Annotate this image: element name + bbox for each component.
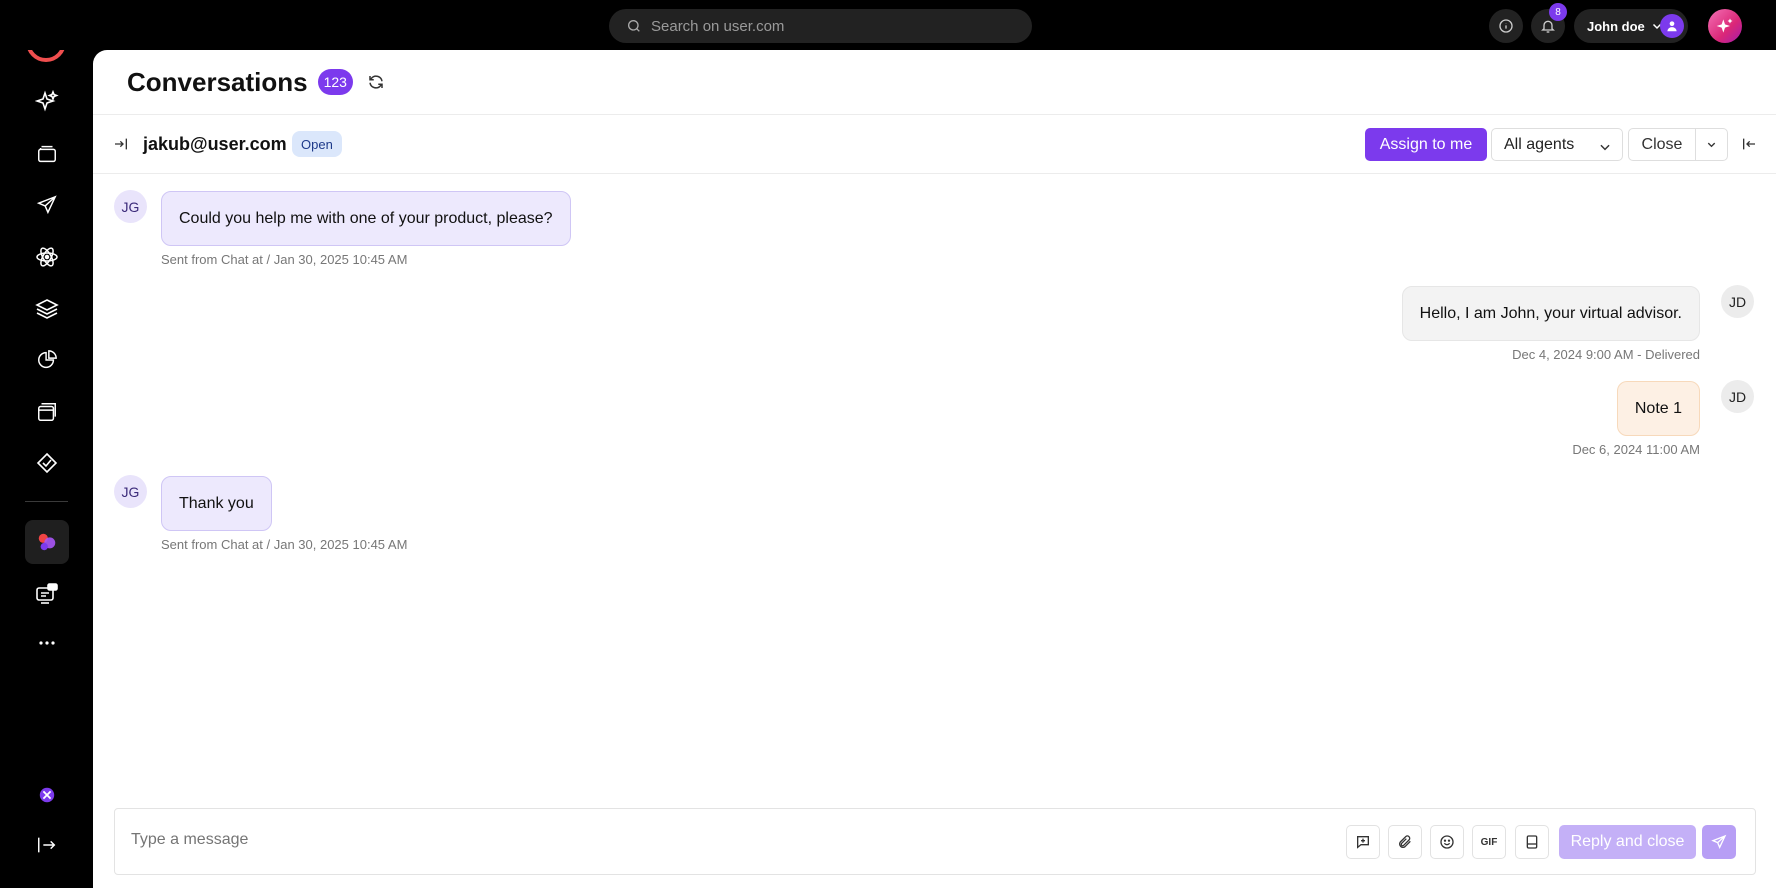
template-button[interactable]: [1515, 825, 1549, 859]
conversation-header: jakub@user.com Open Assign to me All age…: [93, 115, 1776, 174]
search-icon: [628, 20, 640, 32]
contact-email: jakub@user.com: [143, 134, 287, 154]
info-button[interactable]: [1489, 9, 1523, 43]
status-badge: Open: [292, 131, 342, 157]
integration-icon[interactable]: [25, 773, 69, 817]
message-bubble: Could you help me with one of your produ…: [161, 191, 571, 246]
page-title: Conversations: [127, 66, 308, 97]
pie-chart-icon[interactable]: [25, 338, 69, 382]
message-meta: Sent from Chat at / Jan 30, 2025 10:45 A…: [161, 252, 408, 267]
topbar: Search on user.com 8 John doe: [0, 0, 1776, 50]
logout-icon[interactable]: [25, 823, 69, 867]
notification-count-badge: 8: [1549, 3, 1567, 21]
document-icon: [1526, 835, 1538, 849]
close-conversation-button[interactable]: Close: [1628, 128, 1696, 161]
chevron-down-icon: [1707, 142, 1716, 148]
message-composer: GIF Reply and close: [114, 808, 1756, 875]
message-avatar: JD: [1721, 285, 1754, 318]
gif-button[interactable]: GIF: [1472, 825, 1506, 859]
atom-icon[interactable]: [25, 235, 69, 279]
gif-icon: GIF: [1480, 836, 1498, 848]
user-avatar: [1660, 14, 1684, 38]
message-meta: Sent from Chat at / Jan 30, 2025 10:45 A…: [161, 537, 408, 552]
page-header: Conversations 123: [93, 50, 1776, 115]
message-bubble: Hello, I am John, your virtual advisor.: [1401, 286, 1700, 341]
user-name: John doe: [1587, 18, 1645, 34]
user-icon: [1667, 21, 1677, 32]
attach-file-button[interactable]: [1388, 825, 1422, 859]
collapse-panel-icon[interactable]: [1741, 136, 1757, 157]
message-avatar: JG: [114, 190, 147, 223]
layers-icon[interactable]: [25, 287, 69, 331]
message-bubble: Thank you: [161, 476, 272, 531]
folder-icon[interactable]: [25, 132, 69, 176]
sidebar-divider: [25, 501, 68, 502]
message-plus-icon: [1357, 836, 1369, 849]
conversation-count-badge: 123: [317, 69, 353, 95]
message-avatar: JG: [114, 475, 147, 508]
message-input[interactable]: [131, 831, 1031, 849]
emoji-button[interactable]: [1430, 825, 1464, 859]
send-icon[interactable]: [25, 183, 69, 227]
sparkles-icon[interactable]: [25, 80, 69, 124]
refresh-icon[interactable]: [367, 73, 385, 91]
sparkle-icon: [1716, 18, 1733, 33]
message-avatar: JD: [1721, 380, 1754, 413]
send-icon: [1711, 834, 1727, 849]
note-bubble: Note 1: [1616, 381, 1700, 436]
expand-panel-icon[interactable]: [113, 136, 129, 157]
ai-assistant-button[interactable]: [1708, 9, 1742, 43]
send-button[interactable]: [1702, 825, 1736, 859]
info-icon: [1499, 19, 1513, 33]
message-meta: Dec 6, 2024 11:00 AM: [1572, 442, 1700, 457]
bell-icon: [1541, 20, 1555, 33]
sidebar: [0, 0, 93, 888]
close-options-dropdown[interactable]: [1695, 128, 1728, 161]
search-placeholder: Search on user.com: [651, 17, 785, 35]
insert-snippet-button[interactable]: [1346, 825, 1380, 859]
chat-screen-icon[interactable]: [25, 572, 69, 616]
user-menu[interactable]: John doe: [1574, 9, 1688, 43]
assign-to-me-button[interactable]: Assign to me: [1365, 128, 1487, 161]
notifications-button[interactable]: 8: [1531, 3, 1567, 43]
windows-icon[interactable]: [25, 390, 69, 434]
main-panel: Conversations 123 jakub@user.com Open As…: [93, 50, 1776, 888]
search-bar[interactable]: Search on user.com: [609, 9, 1032, 43]
paperclip-icon: [1399, 835, 1411, 848]
tag-icon[interactable]: [25, 441, 69, 485]
smile-icon: [1440, 835, 1454, 849]
agent-select-value: All agents: [1504, 135, 1575, 153]
message-meta: Dec 4, 2024 9:00 AM - Delivered: [1512, 347, 1700, 362]
conversations-icon[interactable]: [25, 520, 69, 564]
chevron-down-icon: [1600, 144, 1610, 151]
agent-select[interactable]: All agents: [1491, 128, 1623, 161]
more-icon[interactable]: [25, 621, 69, 665]
reply-and-close-button[interactable]: Reply and close: [1559, 825, 1696, 859]
